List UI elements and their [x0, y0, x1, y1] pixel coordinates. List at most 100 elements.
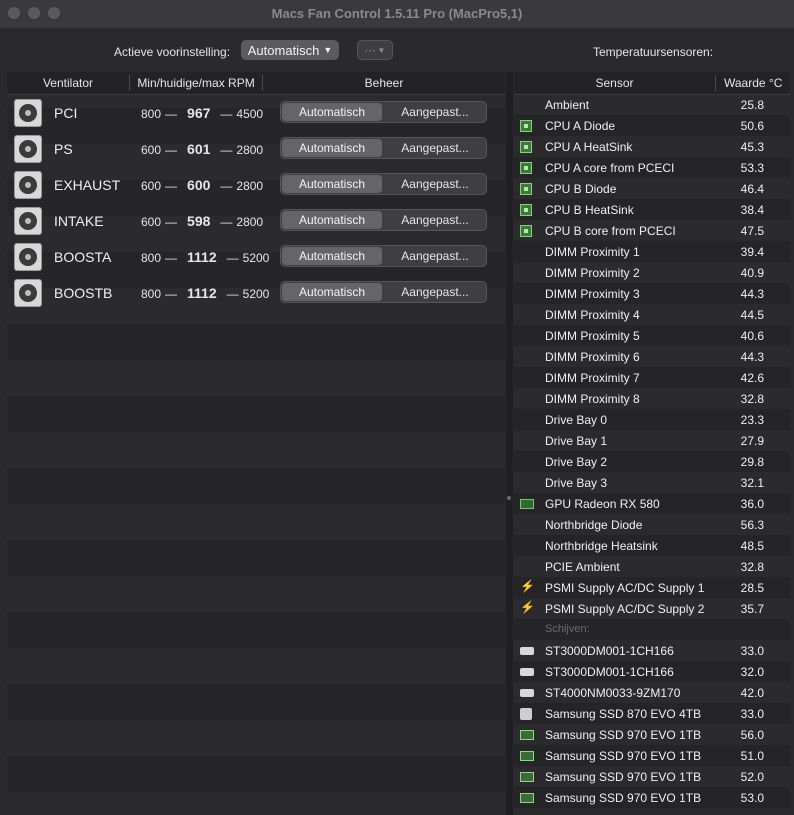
column-header-value[interactable]: Waarde °C — [724, 76, 782, 90]
column-header-rpm[interactable]: Min/huidige/max RPM — [130, 76, 262, 90]
auto-button[interactable]: Automatisch — [282, 139, 382, 157]
fan-name: BOOSTB — [54, 285, 113, 301]
dash: — — [165, 287, 178, 301]
fan-row[interactable]: BOOSTB 800—1112—5200 Automatisch Aangepast.… — [7, 275, 505, 311]
sensor-row[interactable]: Northbridge Heatsink 48.5 — [514, 535, 790, 556]
fan-row[interactable]: INTAKE 600—598—2800 Automatisch Aangepast..… — [7, 203, 505, 239]
fan-control-segmented[interactable]: Automatisch Aangepast... — [280, 137, 487, 159]
custom-button[interactable]: Aangepast... — [383, 139, 487, 157]
sensor-name: Drive Bay 0 — [545, 413, 608, 427]
panel-splitter[interactable] — [506, 72, 513, 815]
sensor-value: 44.3 — [740, 287, 764, 301]
fan-min-rpm: 600 — [141, 215, 162, 229]
sensor-row[interactable]: ⚡ PSMI Supply AC/DC Supply 2 35.7 — [514, 598, 790, 619]
sensor-row[interactable]: CPU A core from PCECI 53.3 — [514, 157, 790, 178]
ssd-icon — [520, 708, 532, 720]
sensor-row[interactable]: Samsung SSD 870 EVO 4TB 33.0 — [514, 703, 790, 724]
fan-max-rpm: 2800 — [236, 143, 264, 157]
sensor-row[interactable]: ST3000DM001-1CH166 33.0 — [514, 640, 790, 661]
chevron-down-icon: ▼ — [377, 45, 386, 55]
auto-button[interactable]: Automatisch — [282, 103, 382, 121]
sensor-row[interactable]: ⚡ PSMI Supply AC/DC Supply 1 28.5 — [514, 577, 790, 598]
drives-section-label: Schijven: — [545, 623, 590, 635]
ellipsis-circle-icon: ⋯ — [364, 44, 376, 57]
sensor-row[interactable]: PCIE Ambient 32.8 — [514, 556, 790, 577]
column-header-sensor[interactable]: Sensor — [514, 76, 715, 90]
fan-name: EXHAUST — [54, 177, 121, 193]
fan-current-rpm: 967 — [187, 105, 211, 121]
sensor-row[interactable]: Samsung SSD 970 EVO 1TB 56.0 — [514, 724, 790, 745]
fan-control-segmented[interactable]: Automatisch Aangepast... — [280, 101, 487, 123]
fan-control-segmented[interactable]: Automatisch Aangepast... — [280, 209, 487, 231]
sensor-row[interactable]: DIMM Proximity 8 32.8 — [514, 388, 790, 409]
sensor-row[interactable]: CPU A Diode 50.6 — [514, 115, 790, 136]
sensor-row[interactable]: CPU B HeatSink 38.4 — [514, 199, 790, 220]
nvme-card-icon — [520, 793, 534, 803]
nvme-card-icon — [520, 772, 534, 782]
splitter-handle[interactable] — [507, 496, 511, 500]
dash: — — [226, 251, 239, 265]
sensor-row[interactable]: CPU A HeatSink 45.3 — [514, 136, 790, 157]
drives-section-header: Schijven: — [514, 619, 790, 640]
fan-icon — [14, 243, 42, 271]
fan-row[interactable]: BOOSTA 800—1112—5200 Automatisch Aangepast.… — [7, 239, 505, 275]
sensor-row[interactable]: ST3000DM001-1CH166 32.0 — [514, 661, 790, 682]
dash: — — [165, 251, 178, 265]
sensor-row[interactable]: DIMM Proximity 7 42.6 — [514, 367, 790, 388]
preset-dropdown[interactable]: Automatisch ▼ — [241, 40, 339, 60]
sensor-value: 29.8 — [740, 455, 764, 469]
cpu-chip-icon — [520, 183, 532, 195]
auto-button[interactable]: Automatisch — [282, 175, 382, 193]
sensor-name: DIMM Proximity 1 — [545, 245, 640, 259]
custom-button[interactable]: Aangepast... — [383, 247, 487, 265]
auto-button[interactable]: Automatisch — [282, 211, 382, 229]
cpu-chip-icon — [520, 204, 532, 216]
sensor-row[interactable]: CPU B Diode 46.4 — [514, 178, 790, 199]
sensor-row[interactable]: Drive Bay 1 27.9 — [514, 430, 790, 451]
fan-control-segmented[interactable]: Automatisch Aangepast... — [280, 173, 487, 195]
fan-min-rpm: 800 — [141, 287, 162, 301]
sensor-row[interactable]: Samsung SSD 970 EVO 1TB 51.0 — [514, 745, 790, 766]
sensor-row[interactable]: DIMM Proximity 5 40.6 — [514, 325, 790, 346]
sensor-row[interactable]: Northbridge Diode 56.3 — [514, 514, 790, 535]
sensor-row[interactable]: DIMM Proximity 4 44.5 — [514, 304, 790, 325]
custom-button[interactable]: Aangepast... — [383, 211, 487, 229]
fan-icon — [14, 207, 42, 235]
column-header-control[interactable]: Beheer — [263, 76, 505, 90]
sensor-row[interactable]: DIMM Proximity 3 44.3 — [514, 283, 790, 304]
sensor-row[interactable]: Drive Bay 0 23.3 — [514, 409, 790, 430]
dash: — — [165, 143, 178, 157]
sensor-value: 32.8 — [740, 560, 764, 574]
sensor-row[interactable]: DIMM Proximity 1 39.4 — [514, 241, 790, 262]
custom-button[interactable]: Aangepast... — [383, 103, 487, 121]
fan-min-rpm: 600 — [141, 143, 162, 157]
window-title: Macs Fan Control 1.5.11 Pro (MacPro5,1) — [271, 6, 523, 21]
fan-row[interactable]: PCI 800—967—4500 Automatisch Aangepast... — [7, 95, 505, 131]
sensor-row[interactable]: Samsung SSD 970 EVO 1TB 52.0 — [514, 766, 790, 787]
sensor-row[interactable]: Drive Bay 2 29.8 — [514, 451, 790, 472]
sensor-row[interactable]: Ambient 25.8 — [514, 94, 790, 115]
fan-control-segmented[interactable]: Automatisch Aangepast... — [280, 245, 487, 267]
fan-rpm: 800—967—4500 — [141, 105, 263, 121]
sensor-row[interactable]: ST4000NM0033-9ZM170 42.0 — [514, 682, 790, 703]
fan-row[interactable]: EXHAUST 600—600—2800 Automatisch Aangepast.… — [7, 167, 505, 203]
hard-drive-icon — [520, 647, 534, 655]
column-header-fan[interactable]: Ventilator — [7, 76, 129, 90]
sensor-row[interactable]: GPU Radeon RX 580 36.0 — [514, 493, 790, 514]
more-options-button[interactable]: ⋯ ▼ — [357, 40, 393, 60]
sensor-value: 33.0 — [740, 644, 764, 658]
fan-control-segmented[interactable]: Automatisch Aangepast... — [280, 281, 487, 303]
sensor-row[interactable]: CPU B core from PCECI 47.5 — [514, 220, 790, 241]
custom-button[interactable]: Aangepast... — [383, 175, 487, 193]
auto-button[interactable]: Automatisch — [282, 247, 382, 265]
sensor-row[interactable]: DIMM Proximity 6 44.3 — [514, 346, 790, 367]
sensor-row[interactable]: Samsung SSD 970 EVO 1TB 53.0 — [514, 787, 790, 808]
fan-name: BOOSTA — [54, 249, 112, 265]
sensor-row[interactable]: Drive Bay 3 32.1 — [514, 472, 790, 493]
sensor-table-header: Sensor Waarde °C — [514, 72, 790, 95]
custom-button[interactable]: Aangepast... — [383, 283, 487, 301]
sensor-value: 36.0 — [740, 497, 764, 511]
auto-button[interactable]: Automatisch — [282, 283, 382, 301]
sensor-row[interactable]: DIMM Proximity 2 40.9 — [514, 262, 790, 283]
fan-row[interactable]: PS 600—601—2800 Automatisch Aangepast... — [7, 131, 505, 167]
